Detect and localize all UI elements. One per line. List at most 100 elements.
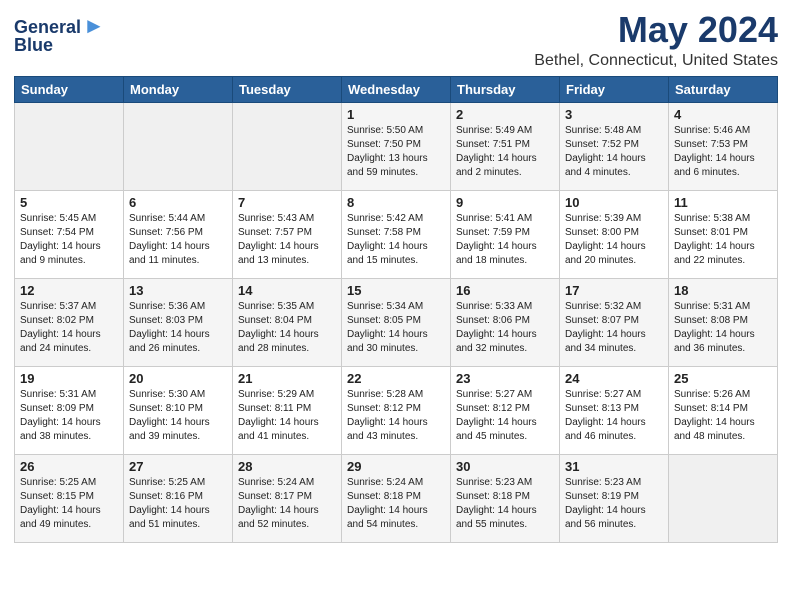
col-wednesday: Wednesday <box>342 76 451 102</box>
day-info: Sunrise: 5:39 AMSunset: 8:00 PMDaylight:… <box>565 212 663 268</box>
day-info: Sunrise: 5:43 AMSunset: 7:57 PMDaylight:… <box>238 212 336 268</box>
calendar-cell <box>124 102 233 190</box>
calendar-cell: 23 Sunrise: 5:27 AMSunset: 8:12 PMDayligh… <box>451 366 560 454</box>
day-number: 8 <box>347 195 445 210</box>
day-number: 21 <box>238 371 336 386</box>
day-info: Sunrise: 5:26 AMSunset: 8:14 PMDaylight:… <box>674 388 772 444</box>
calendar-cell: 16Sunrise: 5:33 AMSunset: 8:06 PMDayligh… <box>451 278 560 366</box>
day-number: 2 <box>456 107 554 122</box>
logo-blue: Blue <box>14 35 53 55</box>
calendar-cell: 26 Sunrise: 5:25 AMSunset: 8:15 PMDayligh… <box>15 454 124 542</box>
day-info: Sunrise: 5:29 AMSunset: 8:11 PMDaylight:… <box>238 388 336 444</box>
day-info: Sunrise: 5:37 AMSunset: 8:02 PMDaylight:… <box>20 300 118 356</box>
day-number: 7 <box>238 195 336 210</box>
day-number: 12 <box>20 283 118 298</box>
day-info: Sunrise: 5:35 AMSunset: 8:04 PMDaylight:… <box>238 300 336 356</box>
day-info: Sunrise: 5:46 AMSunset: 7:53 PMDaylight:… <box>674 124 772 180</box>
day-info: Sunrise: 5:27 AMSunset: 8:12 PMDaylight:… <box>456 388 554 444</box>
calendar-cell: 12 Sunrise: 5:37 AMSunset: 8:02 PMDayligh… <box>15 278 124 366</box>
day-info: Sunrise: 5:48 AMSunset: 7:52 PMDaylight:… <box>565 124 663 180</box>
calendar-cell: 8 Sunrise: 5:42 AMSunset: 7:58 PMDaylight… <box>342 190 451 278</box>
day-info: Sunrise: 5:31 AMSunset: 8:08 PMDaylight:… <box>674 300 772 356</box>
day-number: 24 <box>565 371 663 386</box>
calendar-week-5: 26 Sunrise: 5:25 AMSunset: 8:15 PMDayligh… <box>15 454 778 542</box>
calendar-cell: 14 Sunrise: 5:35 AMSunset: 8:04 PMDayligh… <box>233 278 342 366</box>
day-info: Sunrise: 5:31 AMSunset: 8:09 PMDaylight:… <box>20 388 118 444</box>
calendar-cell: 28 Sunrise: 5:24 AMSunset: 8:17 PMDayligh… <box>233 454 342 542</box>
day-number: 28 <box>238 459 336 474</box>
day-number: 20 <box>129 371 227 386</box>
location-title: Bethel, Connecticut, United States <box>534 52 778 70</box>
day-number: 18 <box>674 283 772 298</box>
day-info: Sunrise: 5:23 AMSunset: 8:18 PMDaylight:… <box>456 476 554 532</box>
day-info: Sunrise: 5:28 AMSunset: 8:12 PMDaylight:… <box>347 388 445 444</box>
col-sunday: Sunday <box>15 76 124 102</box>
col-saturday: Saturday <box>669 76 778 102</box>
day-number: 14 <box>238 283 336 298</box>
logo: General► Blue <box>14 14 105 56</box>
day-number: 6 <box>129 195 227 210</box>
calendar-week-1: 1 Sunrise: 5:50 AMSunset: 7:50 PMDaylight… <box>15 102 778 190</box>
calendar-cell: 13 Sunrise: 5:36 AMSunset: 8:03 PMDayligh… <box>124 278 233 366</box>
day-info: Sunrise: 5:44 AMSunset: 7:56 PMDaylight:… <box>129 212 227 268</box>
logo-general: General <box>14 17 81 37</box>
day-number: 10 <box>565 195 663 210</box>
day-number: 23 <box>456 371 554 386</box>
calendar-cell: 31 Sunrise: 5:23 AMSunset: 8:19 PMDayligh… <box>560 454 669 542</box>
day-info: Sunrise: 5:42 AMSunset: 7:58 PMDaylight:… <box>347 212 445 268</box>
calendar-cell: 27 Sunrise: 5:25 AMSunset: 8:16 PMDayligh… <box>124 454 233 542</box>
calendar-cell: 24 Sunrise: 5:27 AMSunset: 8:13 PMDayligh… <box>560 366 669 454</box>
day-info: Sunrise: 5:25 AMSunset: 8:16 PMDaylight:… <box>129 476 227 532</box>
day-info: Sunrise: 5:34 AMSunset: 8:05 PMDaylight:… <box>347 300 445 356</box>
day-info: Sunrise: 5:45 AMSunset: 7:54 PMDaylight:… <box>20 212 118 268</box>
calendar-cell <box>233 102 342 190</box>
calendar-cell: 17Sunrise: 5:32 AMSunset: 8:07 PMDayligh… <box>560 278 669 366</box>
calendar-cell: 15 Sunrise: 5:34 AMSunset: 8:05 PMDayligh… <box>342 278 451 366</box>
day-info: Sunrise: 5:24 AMSunset: 8:18 PMDaylight:… <box>347 476 445 532</box>
day-number: 26 <box>20 459 118 474</box>
day-number: 13 <box>129 283 227 298</box>
header: General► Blue May 2024 Bethel, Connectic… <box>14 10 778 70</box>
day-info: Sunrise: 5:50 AMSunset: 7:50 PMDaylight:… <box>347 124 445 180</box>
day-number: 1 <box>347 107 445 122</box>
calendar-week-2: 5 Sunrise: 5:45 AMSunset: 7:54 PMDaylight… <box>15 190 778 278</box>
calendar-week-4: 19 Sunrise: 5:31 AMSunset: 8:09 PMDayligh… <box>15 366 778 454</box>
day-number: 29 <box>347 459 445 474</box>
title-section: May 2024 Bethel, Connecticut, United Sta… <box>534 10 778 70</box>
logo-text: General► Blue <box>14 14 105 56</box>
calendar-cell: 5 Sunrise: 5:45 AMSunset: 7:54 PMDaylight… <box>15 190 124 278</box>
col-tuesday: Tuesday <box>233 76 342 102</box>
calendar-cell: 10 Sunrise: 5:39 AMSunset: 8:00 PMDayligh… <box>560 190 669 278</box>
calendar-cell: 18 Sunrise: 5:31 AMSunset: 8:08 PMDayligh… <box>669 278 778 366</box>
day-number: 15 <box>347 283 445 298</box>
calendar-cell: 20Sunrise: 5:30 AMSunset: 8:10 PMDayligh… <box>124 366 233 454</box>
calendar-cell: 1 Sunrise: 5:50 AMSunset: 7:50 PMDaylight… <box>342 102 451 190</box>
day-number: 27 <box>129 459 227 474</box>
calendar-cell: 21 Sunrise: 5:29 AMSunset: 8:11 PMDayligh… <box>233 366 342 454</box>
day-number: 5 <box>20 195 118 210</box>
calendar-table: Sunday Monday Tuesday Wednesday Thursday… <box>14 76 778 543</box>
day-number: 16 <box>456 283 554 298</box>
month-title: May 2024 <box>534 10 778 50</box>
day-info: Sunrise: 5:25 AMSunset: 8:15 PMDaylight:… <box>20 476 118 532</box>
calendar-week-3: 12 Sunrise: 5:37 AMSunset: 8:02 PMDayligh… <box>15 278 778 366</box>
col-friday: Friday <box>560 76 669 102</box>
day-info: Sunrise: 5:23 AMSunset: 8:19 PMDaylight:… <box>565 476 663 532</box>
col-monday: Monday <box>124 76 233 102</box>
calendar-cell: 9Sunrise: 5:41 AMSunset: 7:59 PMDaylight… <box>451 190 560 278</box>
calendar-cell: 22Sunrise: 5:28 AMSunset: 8:12 PMDayligh… <box>342 366 451 454</box>
day-info: Sunrise: 5:24 AMSunset: 8:17 PMDaylight:… <box>238 476 336 532</box>
day-info: Sunrise: 5:36 AMSunset: 8:03 PMDaylight:… <box>129 300 227 356</box>
calendar-cell: 3Sunrise: 5:48 AMSunset: 7:52 PMDaylight… <box>560 102 669 190</box>
day-info: Sunrise: 5:27 AMSunset: 8:13 PMDaylight:… <box>565 388 663 444</box>
day-number: 19 <box>20 371 118 386</box>
calendar-cell <box>15 102 124 190</box>
calendar-cell: 19 Sunrise: 5:31 AMSunset: 8:09 PMDayligh… <box>15 366 124 454</box>
day-number: 4 <box>674 107 772 122</box>
col-thursday: Thursday <box>451 76 560 102</box>
calendar-cell: 25Sunrise: 5:26 AMSunset: 8:14 PMDayligh… <box>669 366 778 454</box>
day-info: Sunrise: 5:32 AMSunset: 8:07 PMDaylight:… <box>565 300 663 356</box>
calendar-cell: 6 Sunrise: 5:44 AMSunset: 7:56 PMDaylight… <box>124 190 233 278</box>
day-number: 31 <box>565 459 663 474</box>
page-container: General► Blue May 2024 Bethel, Connectic… <box>0 0 792 553</box>
